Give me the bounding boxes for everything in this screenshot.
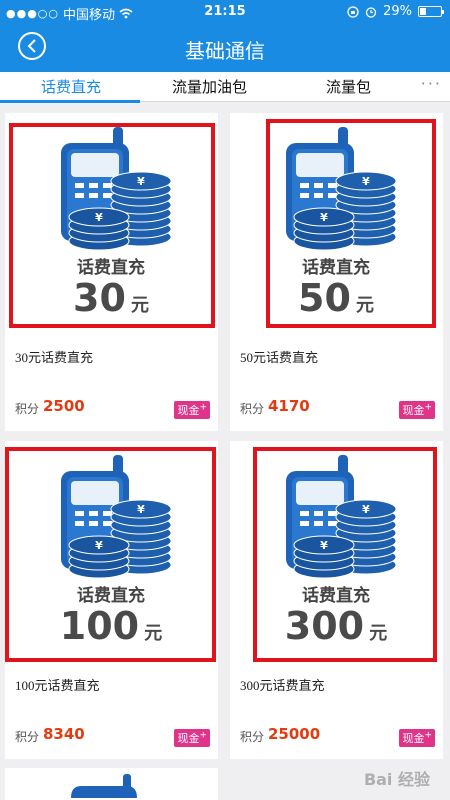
points-value: 2500 <box>43 397 85 415</box>
points-value: 25000 <box>268 725 321 743</box>
cash-badge[interactable]: 现金+ <box>399 729 435 747</box>
active-tab-indicator <box>0 100 140 103</box>
category-tabs: 话费直充 流量加油包 流量包 ··· <box>0 72 450 103</box>
highlight-frame <box>266 119 436 328</box>
more-tabs-button[interactable]: ··· <box>421 74 442 93</box>
points-value: 4170 <box>268 397 310 415</box>
tab-data-addon[interactable]: 流量加油包 <box>172 76 247 97</box>
cash-badge[interactable]: 现金+ <box>174 729 210 747</box>
tab-phone-recharge[interactable]: 话费直充 <box>41 76 101 97</box>
rotation-lock-icon <box>347 5 359 18</box>
points-value: 8340 <box>43 725 85 743</box>
cash-badge[interactable]: 现金+ <box>174 401 210 419</box>
phone-coins-icon <box>71 774 137 798</box>
points-label: 积分 <box>240 730 265 744</box>
points-label: 积分 <box>15 402 40 416</box>
product-title: 300元话费直充 <box>240 678 325 693</box>
highlight-frame <box>253 447 437 662</box>
product-card-300[interactable]: ¥ ¥ 话费直充 300 元 300元话费直充 积分 25000 现金+ <box>230 441 443 759</box>
tab-data-package[interactable]: 流量包 <box>326 76 371 97</box>
points-label: 积分 <box>15 730 40 744</box>
nav-bar: 基础通信 <box>0 24 450 72</box>
cash-badge[interactable]: 现金+ <box>399 401 435 419</box>
product-card-30[interactable]: ¥ ¥ 话费直充 30 元 30元话费直充 积分 2500 现金+ <box>5 113 218 431</box>
battery-icon <box>418 6 444 17</box>
product-card-partial[interactable] <box>5 768 218 800</box>
product-image: ¥ ¥ 话费直充 300 元 <box>230 441 443 662</box>
alarm-icon <box>365 6 377 18</box>
highlight-frame <box>5 447 216 662</box>
product-card-100[interactable]: ¥ ¥ 话费直充 100 元 100元话费直充 积分 8340 现金+ <box>5 441 218 759</box>
product-card-50[interactable]: ¥ ¥ 话费直充 50 元 50元话费直充 积分 4170 现金+ <box>230 113 443 431</box>
points-label: 积分 <box>240 402 265 416</box>
page-title: 基础通信 <box>185 39 265 63</box>
app-header: ●●●○○ 中国移动 21:15 29% 基础通信 <box>0 0 450 72</box>
product-title: 50元话费直充 <box>240 350 319 365</box>
product-title: 30元话费直充 <box>15 350 94 365</box>
product-image: ¥ ¥ 话费直充 30 元 <box>5 113 218 333</box>
status-bar: ●●●○○ 中国移动 21:15 29% <box>0 0 450 24</box>
watermark: Bai 经验 <box>363 770 430 789</box>
product-image: ¥ ¥ 话费直充 100 元 <box>5 441 218 662</box>
battery-percent: 29% <box>383 4 412 19</box>
highlight-frame <box>9 123 215 328</box>
product-image: ¥ ¥ 话费直充 50 元 <box>230 113 443 333</box>
product-title: 100元话费直充 <box>15 678 100 693</box>
